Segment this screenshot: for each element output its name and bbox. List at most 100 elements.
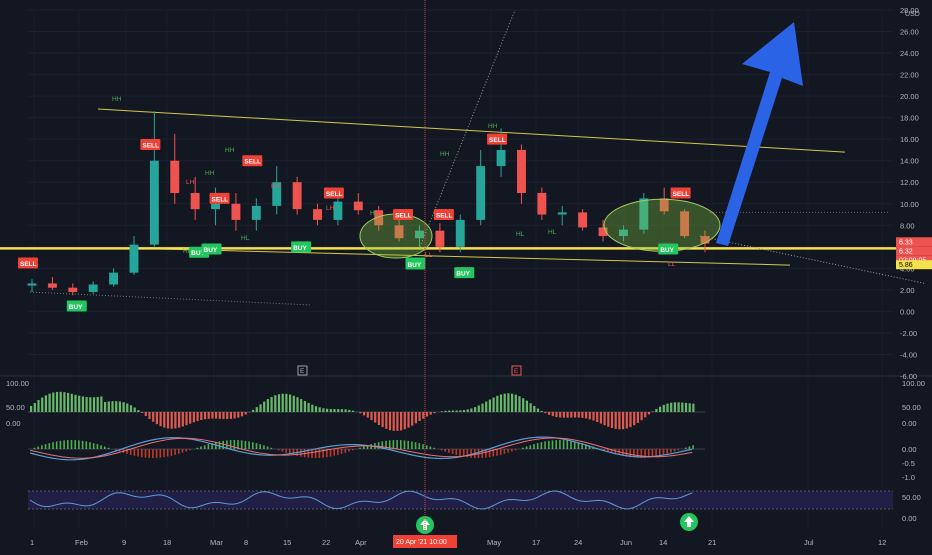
- hist-bar: [537, 409, 539, 412]
- hist-bar: [444, 411, 446, 412]
- hist-bar: [692, 404, 694, 412]
- hist-bar: [267, 399, 269, 412]
- macd-bar: [182, 449, 184, 453]
- hist-bar: [315, 406, 317, 412]
- macd-bar: [34, 448, 36, 449]
- time-tick-label: 9: [122, 538, 126, 547]
- macd-bar: [89, 442, 91, 449]
- hist-bar: [511, 394, 513, 412]
- hist-bar: [252, 410, 254, 412]
- macd-bar: [400, 440, 402, 449]
- macd-bar: [419, 443, 421, 449]
- buy-marker-label: BUY: [407, 262, 421, 269]
- macd-bar: [530, 445, 532, 449]
- price-tick-label: 14.00: [900, 157, 919, 166]
- swing-label: HH: [205, 170, 215, 177]
- macd-bar: [319, 449, 321, 458]
- macd-bar: [160, 449, 162, 458]
- hist-bar: [193, 412, 195, 422]
- hist-bar: [689, 403, 691, 412]
- trading-chart[interactable]: SELLBUYSELLBUYBUYSELLSELLBUYSELLSELLBUYS…: [0, 0, 932, 550]
- time-tick-label: 18: [163, 538, 171, 547]
- hist-bar: [555, 412, 557, 417]
- hist-bar: [378, 412, 380, 425]
- hist-bar: [419, 412, 421, 421]
- sell-marker-label: SELL: [244, 159, 261, 166]
- price-tick-label: -2.00: [900, 329, 917, 338]
- macd-bar: [45, 444, 47, 449]
- macd-bar: [537, 443, 539, 449]
- macd-bar: [185, 449, 187, 452]
- swing-label: LH: [271, 183, 280, 190]
- hist-bar: [592, 412, 594, 421]
- pane-tick-label-left: 100.00: [6, 379, 29, 388]
- macd-bar: [267, 446, 269, 449]
- hist-bar: [78, 396, 80, 412]
- buy-marker-label: BUY: [660, 247, 674, 254]
- pane-tick-label: -1.0: [902, 473, 915, 482]
- hist-bar: [319, 407, 321, 412]
- time-tick-label: 12: [878, 538, 886, 547]
- hist-bar: [400, 412, 402, 430]
- macd-bar: [670, 449, 672, 453]
- macd-bar: [470, 449, 472, 458]
- hist-bar: [208, 412, 210, 419]
- candle-body: [313, 209, 322, 220]
- hist-bar: [448, 411, 450, 412]
- macd-bar: [63, 440, 65, 449]
- macd-bar: [171, 449, 173, 456]
- currency-label: USD: [905, 11, 920, 18]
- macd-bar: [422, 444, 424, 449]
- hist-bar: [245, 412, 247, 415]
- macd-bar: [359, 448, 361, 449]
- hist-bar: [211, 412, 213, 419]
- macd-bar: [174, 449, 176, 455]
- macd-bar: [219, 441, 221, 449]
- hist-bar: [581, 412, 583, 418]
- hist-bar: [45, 395, 47, 412]
- hist-bar: [385, 412, 387, 429]
- hist-bar: [37, 400, 39, 412]
- hist-bar: [663, 405, 665, 412]
- macd-bar: [433, 448, 435, 449]
- macd-bar: [49, 443, 51, 449]
- hist-bar: [618, 412, 620, 429]
- macd-bar: [115, 449, 117, 450]
- time-tick-label: Feb: [75, 538, 88, 547]
- candle-body: [517, 150, 526, 193]
- hist-bar: [685, 403, 687, 412]
- hist-bar: [30, 406, 32, 412]
- candle-body: [130, 245, 139, 273]
- pane-tick-label: 0.00: [902, 514, 917, 523]
- price-tick-label: 10.00: [900, 200, 919, 209]
- macd-bar: [74, 440, 76, 449]
- chart-root: SELLBUYSELLBUYBUYSELLSELLBUYSELLSELLBUYS…: [0, 0, 932, 550]
- hist-bar: [478, 406, 480, 412]
- macd-bar: [204, 445, 206, 449]
- macd-bar: [208, 444, 210, 449]
- hist-bar: [389, 412, 391, 430]
- hist-bar: [426, 412, 428, 417]
- lower-trendline: [160, 249, 790, 265]
- hist-bar: [226, 412, 228, 419]
- hist-bar: [296, 397, 298, 412]
- macd-bar: [352, 449, 354, 450]
- hist-bar: [452, 411, 454, 412]
- hist-bar: [108, 401, 110, 412]
- candle-body: [150, 161, 159, 245]
- hist-bar: [530, 403, 532, 412]
- pane-tick-label-left: 0.00: [6, 419, 21, 428]
- candle-body: [89, 285, 98, 293]
- candle-body: [211, 204, 220, 209]
- macd-bar: [552, 440, 554, 449]
- hist-bar: [256, 407, 258, 412]
- hist-bar: [97, 397, 99, 412]
- hist-bar: [481, 404, 483, 412]
- hist-bar: [578, 412, 580, 418]
- hist-bar: [289, 395, 291, 412]
- macd-bar: [522, 448, 524, 449]
- hist-bar: [629, 412, 631, 427]
- macd-bar: [689, 446, 691, 449]
- pane-tick-label: 100.00: [902, 379, 925, 388]
- time-tick-label: 15: [283, 538, 291, 547]
